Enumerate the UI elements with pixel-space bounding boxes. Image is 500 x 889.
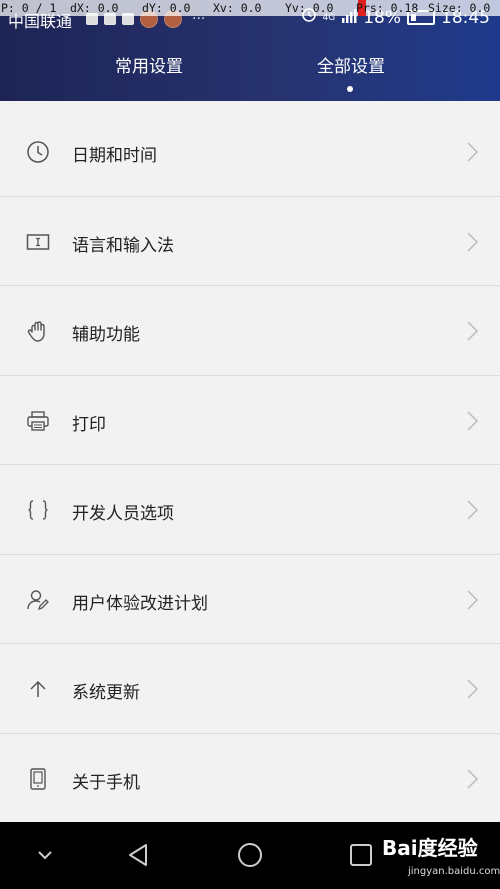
hide-nav-button[interactable] <box>30 840 60 870</box>
settings-item-date-time[interactable]: 日期和时间 <box>0 107 500 197</box>
debug-pointer: P: 0 / 1 <box>1 1 57 15</box>
settings-item-system-update[interactable]: 系统更新 <box>0 644 500 734</box>
clock-icon <box>26 140 50 164</box>
settings-item-label: 打印 <box>72 414 106 435</box>
settings-item-label: 开发人员选项 <box>72 504 174 524</box>
debug-size: Size: 0.0 <box>428 1 491 15</box>
settings-list: 日期和时间 语言和输入法 辅助功能 打印 开发人员选项 用户体验改进计划 系统更… <box>0 107 500 823</box>
home-button[interactable] <box>235 840 265 870</box>
debug-pressure: Prs: 0.18 <box>356 1 419 15</box>
phone-icon <box>26 767 50 791</box>
pointer-debug-bar: P: 0 / 1 dX: 0.0 dY: 0.0 Xv: 0.0 Yv: 0.0… <box>0 0 500 16</box>
settings-item-about-phone[interactable]: 关于手机 <box>0 733 500 823</box>
settings-item-label: 辅助功能 <box>72 325 140 345</box>
baidu-watermark: Bai度经验 <box>382 836 478 860</box>
settings-item-label: 用户体验改进计划 <box>72 593 208 614</box>
chevron-right-icon <box>466 410 480 432</box>
chevron-right-icon <box>466 231 480 253</box>
chevron-right-icon <box>466 499 480 521</box>
chevron-right-icon <box>466 678 480 700</box>
chevron-right-icon <box>466 589 480 611</box>
header: 中国联通 ··· 4G 18% 18:45 P: 0 / 1 dX: 0.0 d… <box>0 0 500 101</box>
tab-all-settings[interactable]: 全部设置 <box>276 52 426 77</box>
debug-yv: Yv: 0.0 <box>285 1 334 15</box>
braces-icon <box>26 498 50 522</box>
settings-item-label: 语言和输入法 <box>72 235 174 256</box>
chevron-right-icon <box>466 320 480 342</box>
chevron-right-icon <box>466 141 480 163</box>
debug-dx: dX: 0.0 <box>70 1 119 15</box>
keyboard-icon <box>26 230 50 254</box>
debug-dy: dY: 0.0 <box>142 1 191 15</box>
back-button[interactable] <box>124 840 154 870</box>
active-tab-indicator <box>347 86 353 92</box>
user-edit-icon <box>26 588 50 612</box>
settings-item-print[interactable]: 打印 <box>0 375 500 465</box>
settings-item-developer-options[interactable]: 开发人员选项 <box>0 465 500 555</box>
recent-apps-button[interactable] <box>346 840 376 870</box>
settings-item-label: 关于手机 <box>72 772 140 793</box>
baidu-watermark-url: jingyan.baidu.com <box>408 866 500 877</box>
hand-icon <box>26 319 50 343</box>
printer-icon <box>26 409 50 433</box>
settings-item-label: 日期和时间 <box>72 146 157 166</box>
navigation-bar: Bai度经验 jingyan.baidu.com <box>0 822 500 889</box>
settings-item-user-experience[interactable]: 用户体验改进计划 <box>0 554 500 644</box>
settings-item-accessibility[interactable]: 辅助功能 <box>0 286 500 376</box>
tab-common-settings[interactable]: 常用设置 <box>74 52 224 77</box>
arrow-up-icon <box>26 677 50 701</box>
settings-tabs: 常用设置 全部设置 <box>0 52 500 92</box>
settings-item-label: 系统更新 <box>72 683 140 703</box>
debug-xv: Xv: 0.0 <box>213 1 262 15</box>
chevron-right-icon <box>466 768 480 790</box>
settings-item-language-input[interactable]: 语言和输入法 <box>0 196 500 286</box>
